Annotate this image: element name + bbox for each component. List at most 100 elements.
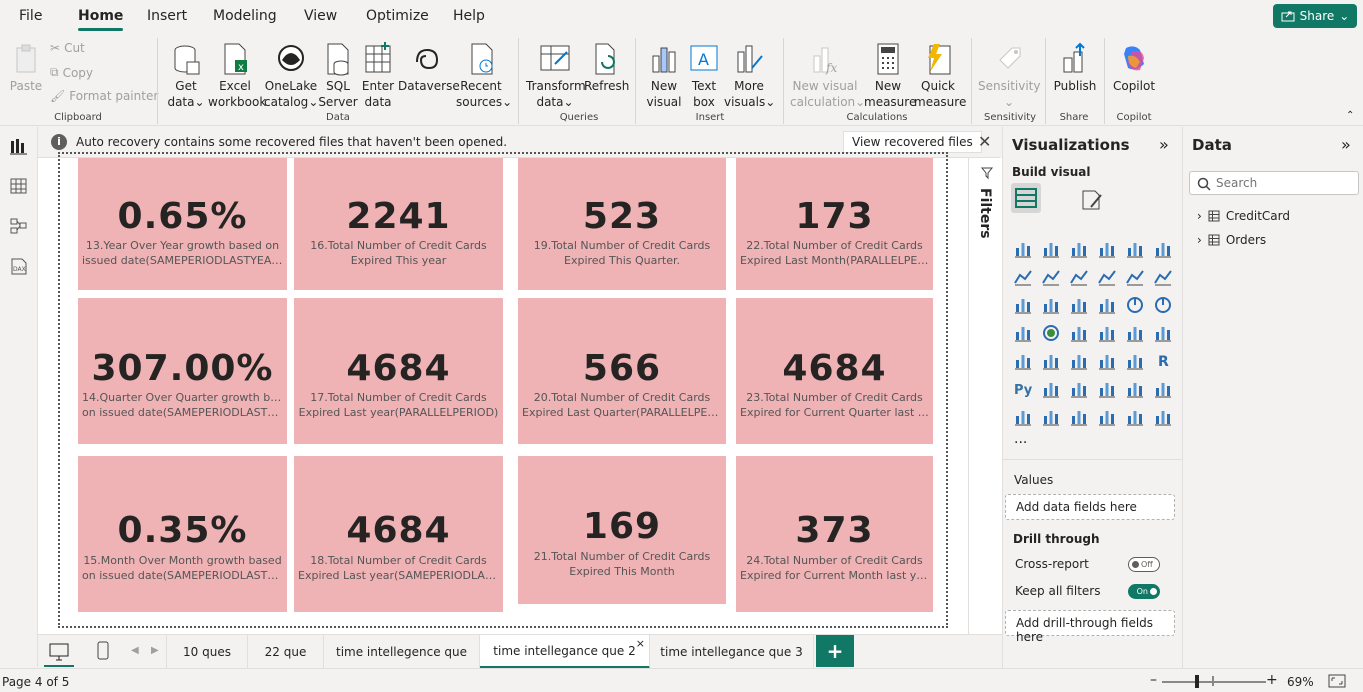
power-apps-icon[interactable]	[1097, 407, 1117, 427]
zoom-in-button[interactable]: +	[1266, 672, 1278, 688]
paste-button[interactable]: Paste	[8, 42, 44, 94]
line-clustered-icon[interactable]	[1153, 267, 1173, 287]
menu-optimize[interactable]: Optimize	[366, 8, 429, 24]
sensitivity-button[interactable]: Sensitivity ⌄	[978, 42, 1040, 110]
card-icon[interactable]	[1153, 323, 1173, 343]
collapse-pane-icon[interactable]: »	[1159, 135, 1169, 154]
close-icon[interactable]: ✕	[978, 132, 991, 151]
funnel-icon[interactable]	[1069, 295, 1089, 315]
line-chart-icon[interactable]	[1013, 267, 1033, 287]
menu-file[interactable]: File	[19, 8, 42, 24]
recent-sources-button[interactable]: Recent sources⌄	[456, 42, 512, 110]
filters-pane[interactable]: Filters	[968, 158, 1002, 634]
excel-workbook-button[interactable]: x Excel workbook	[208, 42, 266, 110]
mobile-layout-icon[interactable]	[96, 641, 110, 661]
new-visual-calculation-button[interactable]: fx New visual calculation⌄	[790, 42, 865, 110]
power-automate-icon[interactable]	[1125, 407, 1145, 427]
paginated-report-icon[interactable]	[1013, 407, 1033, 427]
collapse-ribbon-icon[interactable]: ⌃	[1346, 110, 1354, 121]
new-visual-button[interactable]: New visual	[644, 42, 684, 110]
menu-home[interactable]: Home	[78, 8, 124, 31]
kpi-card[interactable]: 307.00% 14.Quarter Over Quarter growth b…	[78, 298, 287, 444]
page-tab[interactable]: 10 ques	[166, 635, 248, 669]
new-measure-button[interactable]: New measure	[864, 42, 916, 110]
format-visual-icon[interactable]	[1079, 187, 1105, 213]
funnel-bar-icon[interactable]	[1041, 295, 1061, 315]
new-slicer-icon[interactable]	[1069, 407, 1089, 427]
more-visuals-button[interactable]: More visuals⌄	[724, 42, 775, 110]
goals-icon[interactable]	[1153, 379, 1173, 399]
map-icon[interactable]	[1041, 323, 1061, 343]
copilot-button[interactable]: Copilot	[1110, 42, 1158, 94]
format-painter-button[interactable]: 🖌 Format painter	[50, 89, 158, 103]
table-item[interactable]: › CreditCard	[1197, 209, 1290, 223]
publish-button[interactable]: Publish	[1052, 42, 1098, 94]
python-visual-icon[interactable]: Py	[1013, 379, 1033, 399]
decomposition-tree-icon[interactable]	[1069, 379, 1089, 399]
more-chevron-icon[interactable]	[1153, 407, 1173, 427]
ribbon-chart-icon[interactable]	[1097, 267, 1117, 287]
drill-through-drop-zone[interactable]: Add drill-through fields here	[1005, 610, 1175, 644]
kpi-card[interactable]: 4684 18.Total Number of Credit Cards Exp…	[294, 456, 503, 612]
page-tab-active[interactable]: time intellegance que 2 ×	[480, 635, 650, 669]
scatter-icon[interactable]	[1097, 295, 1117, 315]
cut-button[interactable]: ✂ Cut	[50, 41, 85, 55]
narrative-icon[interactable]	[1125, 379, 1145, 399]
dataverse-button[interactable]: Dataverse	[398, 42, 460, 94]
kpi-card[interactable]: 0.65% 13.Year Over Year growth based on …	[78, 158, 287, 290]
kpi-card[interactable]: 0.35% 15.Month Over Month growth based o…	[78, 456, 287, 612]
100-column-icon[interactable]	[1153, 239, 1173, 259]
menu-insert[interactable]: Insert	[147, 8, 187, 24]
page-tab[interactable]: 22 que	[248, 635, 324, 669]
area-chart-icon[interactable]	[1041, 267, 1061, 287]
kpi-card[interactable]: 4684 17.Total Number of Credit Cards Exp…	[294, 298, 503, 444]
add-page-button[interactable]: +	[816, 635, 854, 667]
line-column-icon[interactable]	[1125, 267, 1145, 287]
kpi-icon[interactable]	[1041, 351, 1061, 371]
cross-report-toggle[interactable]: Off	[1128, 557, 1160, 572]
zoom-slider-thumb[interactable]	[1195, 675, 1199, 688]
100-bar-icon[interactable]	[1125, 239, 1145, 259]
zoom-slider[interactable]	[1162, 681, 1266, 683]
stacked-area-icon[interactable]	[1069, 267, 1089, 287]
table-item[interactable]: › Orders	[1197, 233, 1266, 247]
gauge-icon[interactable]	[1125, 323, 1145, 343]
pie-chart-icon[interactable]	[1125, 295, 1145, 315]
next-page-icon[interactable]: ▶	[151, 645, 159, 656]
model-view-icon[interactable]	[9, 217, 29, 235]
matrix-icon[interactable]	[1125, 351, 1145, 371]
sql-server-button[interactable]: SQL Server	[318, 42, 358, 110]
kpi-card[interactable]: 169 21.Total Number of Credit Cards Expi…	[518, 456, 726, 604]
more-visuals-icon[interactable]: ...	[1014, 431, 1027, 447]
enter-data-button[interactable]: Enter data	[360, 42, 396, 110]
qa-icon[interactable]	[1097, 379, 1117, 399]
kpi-card[interactable]: 2241 16.Total Number of Credit Cards Exp…	[294, 158, 503, 290]
report-view-icon[interactable]	[9, 137, 29, 155]
copy-button[interactable]: ⧉ Copy	[50, 65, 93, 80]
filled-map-icon[interactable]	[1069, 323, 1089, 343]
multirow-card-icon[interactable]	[1013, 351, 1033, 371]
slicer-icon[interactable]	[1069, 351, 1089, 371]
keep-filters-toggle[interactable]: On	[1128, 584, 1160, 599]
new-card-icon[interactable]	[1041, 407, 1061, 427]
desktop-layout-icon[interactable]	[48, 642, 70, 662]
treemap-icon[interactable]	[1013, 323, 1033, 343]
refresh-button[interactable]: Refresh	[584, 42, 629, 94]
key-influencers-icon[interactable]	[1041, 379, 1061, 399]
kpi-card[interactable]: 4684 23.Total Number of Credit Cards Exp…	[736, 298, 933, 444]
values-drop-zone[interactable]: Add data fields here	[1005, 494, 1175, 520]
donut-chart-icon[interactable]	[1153, 295, 1173, 315]
onelake-catalog-button[interactable]: OneLake catalog⌄	[264, 42, 318, 110]
clustered-column-icon[interactable]	[1097, 239, 1117, 259]
text-box-button[interactable]: A Text box	[686, 42, 722, 110]
search-input[interactable]	[1216, 174, 1354, 192]
table-visual-icon[interactable]	[1097, 351, 1117, 371]
stacked-bar-icon[interactable]	[1013, 239, 1033, 259]
clustered-bar-icon[interactable]	[1069, 239, 1089, 259]
page-tab[interactable]: time intellegance que 3	[650, 635, 814, 669]
quick-measure-button[interactable]: Quick measure	[914, 42, 966, 110]
menu-help[interactable]: Help	[453, 8, 485, 24]
get-data-button[interactable]: Get data⌄	[164, 42, 208, 110]
kpi-card[interactable]: 373 24.Total Number of Credit Cards Expi…	[736, 456, 933, 612]
previous-page-icon[interactable]: ◀	[131, 645, 139, 656]
